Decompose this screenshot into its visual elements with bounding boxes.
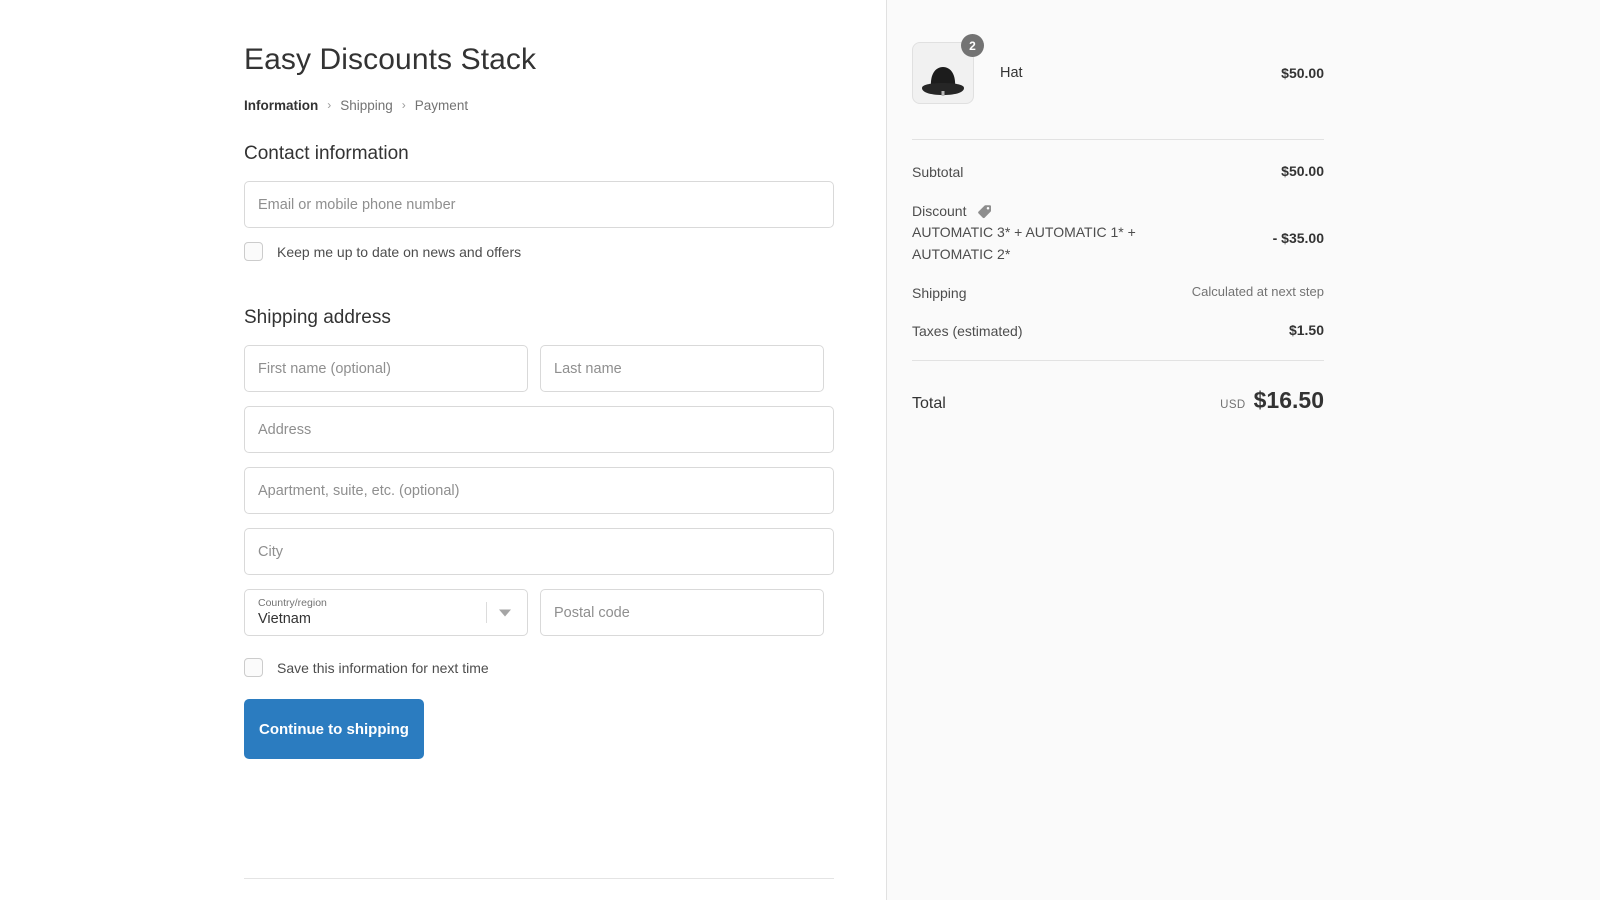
apartment-field[interactable]: Apartment, suite, etc. (optional) — [244, 467, 834, 514]
city-field[interactable]: City — [244, 528, 834, 575]
email-placeholder: Email or mobile phone number — [258, 197, 455, 213]
newsletter-checkbox-row[interactable]: Keep me up to date on news and offers — [244, 242, 834, 261]
order-line-item: 2 Hat $50.00 — [912, 42, 1324, 139]
total-label: Total — [912, 395, 946, 413]
subtotal-row: Subtotal $50.00 — [912, 162, 1324, 184]
order-summary-panel: 2 Hat $50.00 Subtotal $50.00 Discount — [887, 0, 1600, 900]
product-price: $50.00 — [1281, 65, 1324, 81]
discount-label: Discount — [912, 201, 966, 223]
shipping-label: Shipping — [912, 283, 967, 305]
total-currency: USD — [1220, 399, 1245, 411]
name-row: First name (optional) Last name — [244, 345, 834, 406]
address-placeholder: Address — [258, 422, 311, 438]
product-name: Hat — [1000, 65, 1281, 81]
discount-row: Discount AUTOMATIC 3* + AUTOMATIC 1* + A… — [912, 201, 1324, 266]
postal-code-field[interactable]: Postal code — [540, 589, 824, 636]
save-info-checkbox-row[interactable]: Save this information for next time — [244, 658, 834, 677]
breadcrumb-item-information[interactable]: Information — [244, 98, 318, 113]
subtotal-value: $50.00 — [1281, 162, 1324, 179]
country-postal-row: Country/region Vietnam Postal code — [244, 589, 834, 650]
total-amount: $16.50 — [1254, 387, 1324, 414]
breadcrumb-item-payment[interactable]: Payment — [415, 98, 468, 113]
taxes-label: Taxes (estimated) — [912, 321, 1022, 343]
taxes-value: $1.50 — [1289, 321, 1324, 338]
checkout-page: Easy Discounts Stack Information › Shipp… — [0, 0, 1600, 900]
total-value-group: USD $16.50 — [1220, 387, 1324, 414]
footer-divider — [244, 878, 834, 879]
shipping-value: Calculated at next step — [1192, 283, 1324, 299]
newsletter-label: Keep me up to date on news and offers — [277, 244, 521, 260]
taxes-row: Taxes (estimated) $1.50 — [912, 321, 1324, 343]
city-placeholder: City — [258, 544, 283, 560]
newsletter-checkbox[interactable] — [244, 242, 263, 261]
checkout-form-panel: Easy Discounts Stack Information › Shipp… — [0, 0, 887, 900]
address-field[interactable]: Address — [244, 406, 834, 453]
chevron-down-icon[interactable] — [499, 609, 511, 616]
total-row: Total USD $16.50 — [912, 361, 1324, 414]
select-divider — [486, 602, 487, 623]
email-field[interactable]: Email or mobile phone number — [244, 181, 834, 228]
chevron-right-icon: › — [327, 99, 331, 111]
black-bucket-hat-icon — [917, 61, 969, 103]
last-name-placeholder: Last name — [554, 361, 622, 377]
tag-icon — [977, 203, 993, 224]
country-region-select[interactable]: Country/region Vietnam — [244, 589, 528, 636]
last-name-field[interactable]: Last name — [540, 345, 824, 392]
postal-code-placeholder: Postal code — [554, 605, 630, 621]
first-name-field[interactable]: First name (optional) — [244, 345, 528, 392]
shipping-row: Shipping Calculated at next step — [912, 283, 1324, 305]
breadcrumb: Information › Shipping › Payment — [244, 98, 834, 113]
country-region-value: Vietnam — [258, 611, 514, 628]
quantity-badge: 2 — [961, 34, 984, 57]
chevron-right-icon: › — [402, 99, 406, 111]
apartment-placeholder: Apartment, suite, etc. (optional) — [258, 483, 460, 499]
totals-list: Subtotal $50.00 Discount AUTOMATIC 3* + … — [912, 140, 1324, 343]
save-info-label: Save this information for next time — [277, 660, 489, 676]
shipping-address-heading: Shipping address — [244, 307, 834, 329]
continue-to-shipping-button[interactable]: Continue to shipping — [244, 699, 424, 759]
page-title: Easy Discounts Stack — [244, 42, 834, 78]
subtotal-label: Subtotal — [912, 162, 963, 184]
save-info-checkbox[interactable] — [244, 658, 263, 677]
discount-codes: AUTOMATIC 3* + AUTOMATIC 1* + AUTOMATIC … — [912, 222, 1207, 265]
discount-value: - $35.00 — [1273, 221, 1324, 246]
discount-label-group: Discount AUTOMATIC 3* + AUTOMATIC 1* + A… — [912, 201, 1207, 266]
country-region-label: Country/region — [258, 597, 514, 610]
contact-information-heading: Contact information — [244, 143, 834, 165]
breadcrumb-item-shipping[interactable]: Shipping — [340, 98, 393, 113]
first-name-placeholder: First name (optional) — [258, 361, 391, 377]
product-thumbnail-wrap: 2 — [912, 42, 974, 104]
